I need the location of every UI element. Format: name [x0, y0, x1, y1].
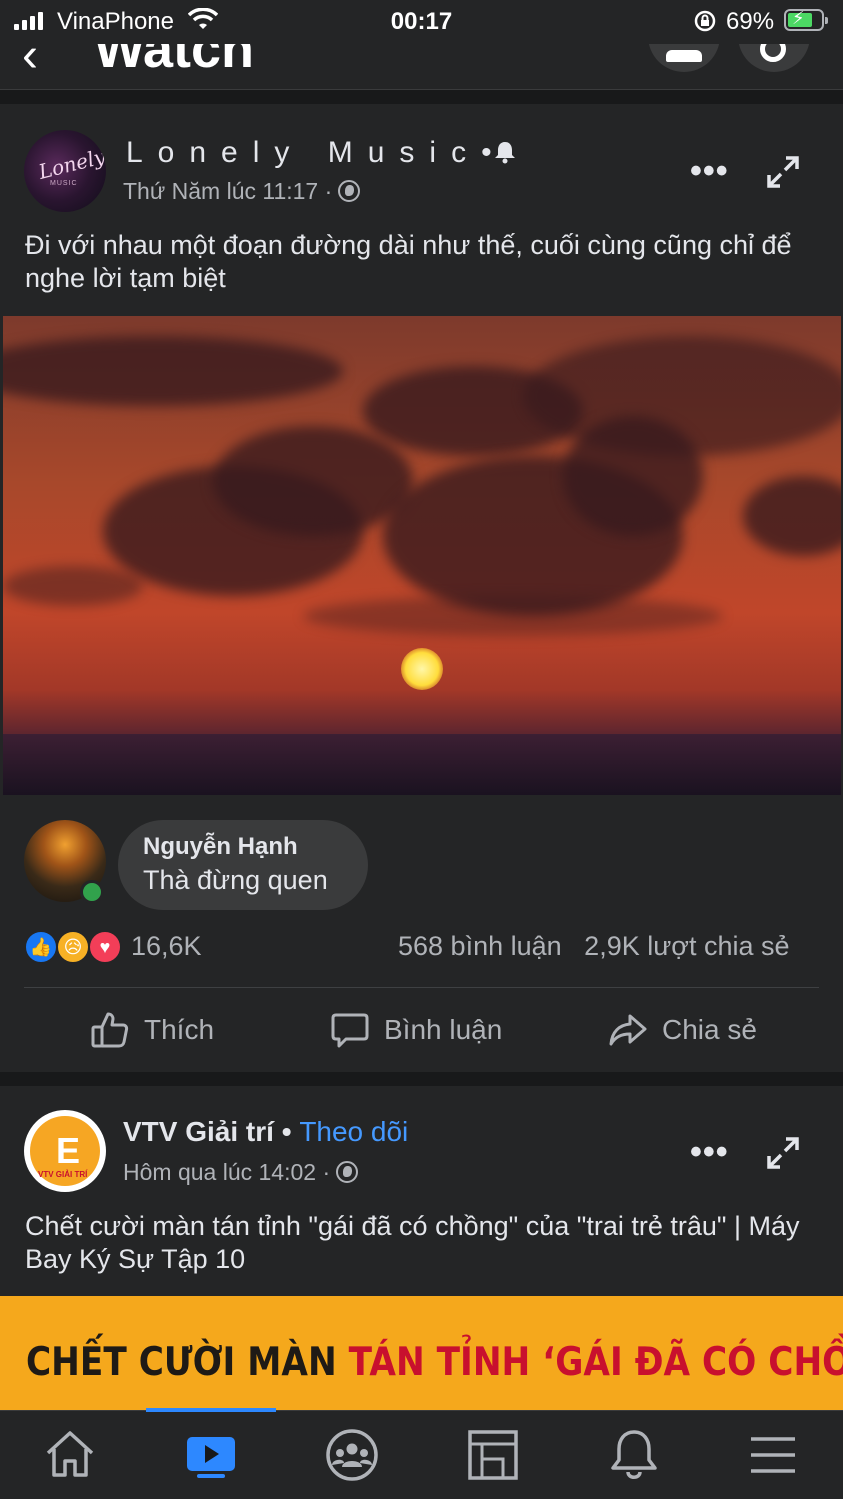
- name-separator: •: [481, 136, 492, 169]
- page-avatar[interactable]: E VTV GIẢI TRÍ: [24, 1110, 106, 1192]
- rotation-lock-icon: [694, 10, 716, 32]
- watch-icon[interactable]: [183, 1427, 239, 1483]
- home-icon[interactable]: [42, 1427, 98, 1483]
- comment-bubble[interactable]: Nguyễn Hạnh Thà đừng quen: [118, 820, 368, 910]
- online-status-dot: [80, 880, 104, 904]
- bottom-tab-bar: [0, 1408, 843, 1499]
- video-post: E VTV GIẢI TRÍ VTV Giải trí • Theo dõi H…: [0, 1086, 843, 1416]
- like-reaction-icon: 👍: [24, 930, 58, 964]
- comment-icon: [331, 1013, 369, 1048]
- charging-bolt-icon: ⚡: [792, 8, 805, 28]
- share-label: Chia sẻ: [662, 1014, 757, 1045]
- expand-icon[interactable]: [766, 1136, 800, 1170]
- expand-icon[interactable]: [766, 155, 800, 189]
- vtv-logo-icon: E: [56, 1130, 81, 1171]
- video-thumbnail[interactable]: [3, 316, 841, 795]
- video-post: Lonely MUSIC Lonely Music• Thứ Năm lúc 1…: [0, 104, 843, 1072]
- groups-icon[interactable]: [324, 1427, 380, 1483]
- status-bar: VinaPhone 00:17 69% ⚡: [0, 0, 843, 44]
- menu-icon[interactable]: [745, 1427, 801, 1483]
- page-name[interactable]: Lonely Music•: [126, 136, 492, 170]
- search-button[interactable]: [738, 44, 810, 72]
- post-actions: Thích Bình luận Chia sẻ: [0, 992, 843, 1068]
- comment-text: Thà đừng quen: [143, 865, 328, 895]
- watch-header: ‹ Watch: [0, 44, 843, 90]
- search-icon: [760, 44, 786, 62]
- follow-button[interactable]: Theo dõi: [299, 1116, 408, 1147]
- reaction-count[interactable]: 16,6K: [131, 931, 202, 962]
- sun: [401, 648, 443, 690]
- avatar-logo-text: VTV GIẢI TRÍ: [38, 1170, 88, 1179]
- post-timestamp: Thứ Năm lúc 11:17 ·: [123, 178, 361, 205]
- video-thumbnail[interactable]: CHẾT CƯỜI MÀN TÁN TỈNH ‘GÁI ĐÃ CÓ CHỒNG’: [0, 1296, 843, 1416]
- page-name-text: Lonely Music: [126, 136, 482, 169]
- comment-label: Bình luận: [384, 1014, 503, 1045]
- thumbs-up-icon: [91, 1012, 129, 1048]
- profile-button[interactable]: [648, 44, 720, 72]
- avatar-logo-text: Lonely: [36, 144, 106, 184]
- headline-red-text: TÁN TỈNH ‘GÁI ĐÃ CÓ CHỒNG’: [348, 1340, 843, 1385]
- like-button[interactable]: Thích: [90, 992, 214, 1068]
- post-caption: Đi với nhau một đoạn đường dài như thế, …: [25, 230, 792, 293]
- globe-icon: [338, 180, 361, 202]
- timestamp-text: Thứ Năm lúc 11:17 ·: [123, 178, 333, 204]
- timestamp-text: Hôm qua lúc 14:02 ·: [123, 1159, 331, 1185]
- page-avatar[interactable]: Lonely MUSIC: [24, 130, 106, 212]
- divider: [24, 987, 819, 988]
- notifications-icon[interactable]: [606, 1427, 662, 1483]
- back-icon[interactable]: ‹: [22, 44, 38, 83]
- pages-icon[interactable]: [465, 1427, 521, 1483]
- share-icon: [609, 1014, 647, 1046]
- bell-icon[interactable]: [494, 140, 516, 164]
- share-count[interactable]: 2,9K lượt chia sẻ: [584, 931, 789, 961]
- post-timestamp: Hôm qua lúc 14:02 ·: [123, 1159, 359, 1186]
- page-title: Watch: [94, 44, 254, 79]
- commenter-name: Nguyễn Hạnh: [143, 833, 298, 860]
- headline-dark-text: CHẾT CƯỜI MÀN: [26, 1340, 349, 1385]
- more-options-button[interactable]: •••: [690, 1133, 729, 1172]
- reaction-icons[interactable]: 👍 😥 ♥: [24, 930, 124, 966]
- horizon: [3, 734, 841, 795]
- thumbnail-headline: CHẾT CƯỜI MÀN TÁN TỈNH ‘GÁI ĐÃ CÓ CHỒNG’: [26, 1340, 843, 1385]
- globe-icon: [336, 1161, 359, 1183]
- battery-percent: 69%: [726, 8, 775, 35]
- active-tab-indicator: [146, 1408, 276, 1412]
- post-caption: Chết cười màn tán tỉnh "gái đã có chồng"…: [25, 1211, 800, 1274]
- avatar-logo-subtext: MUSIC: [50, 180, 78, 187]
- profile-icon: [666, 50, 702, 62]
- clock: 00:17: [390, 8, 453, 35]
- sad-reaction-icon: 😥: [56, 930, 90, 964]
- name-separator: •: [281, 1116, 292, 1147]
- share-button[interactable]: Chia sẻ: [608, 992, 757, 1068]
- page-name[interactable]: VTV Giải trí: [123, 1116, 274, 1147]
- like-label: Thích: [144, 1014, 215, 1045]
- page-name-row: VTV Giải trí • Theo dõi: [123, 1116, 408, 1148]
- engagement-counts: 568 bình luận 2,9K lượt chia sẻ: [398, 931, 790, 962]
- more-options-button[interactable]: •••: [690, 152, 729, 191]
- battery-icon: ⚡: [784, 8, 828, 31]
- comment-button[interactable]: Bình luận: [330, 992, 502, 1068]
- love-reaction-icon: ♥: [88, 930, 122, 964]
- comment-count[interactable]: 568 bình luận: [398, 931, 562, 961]
